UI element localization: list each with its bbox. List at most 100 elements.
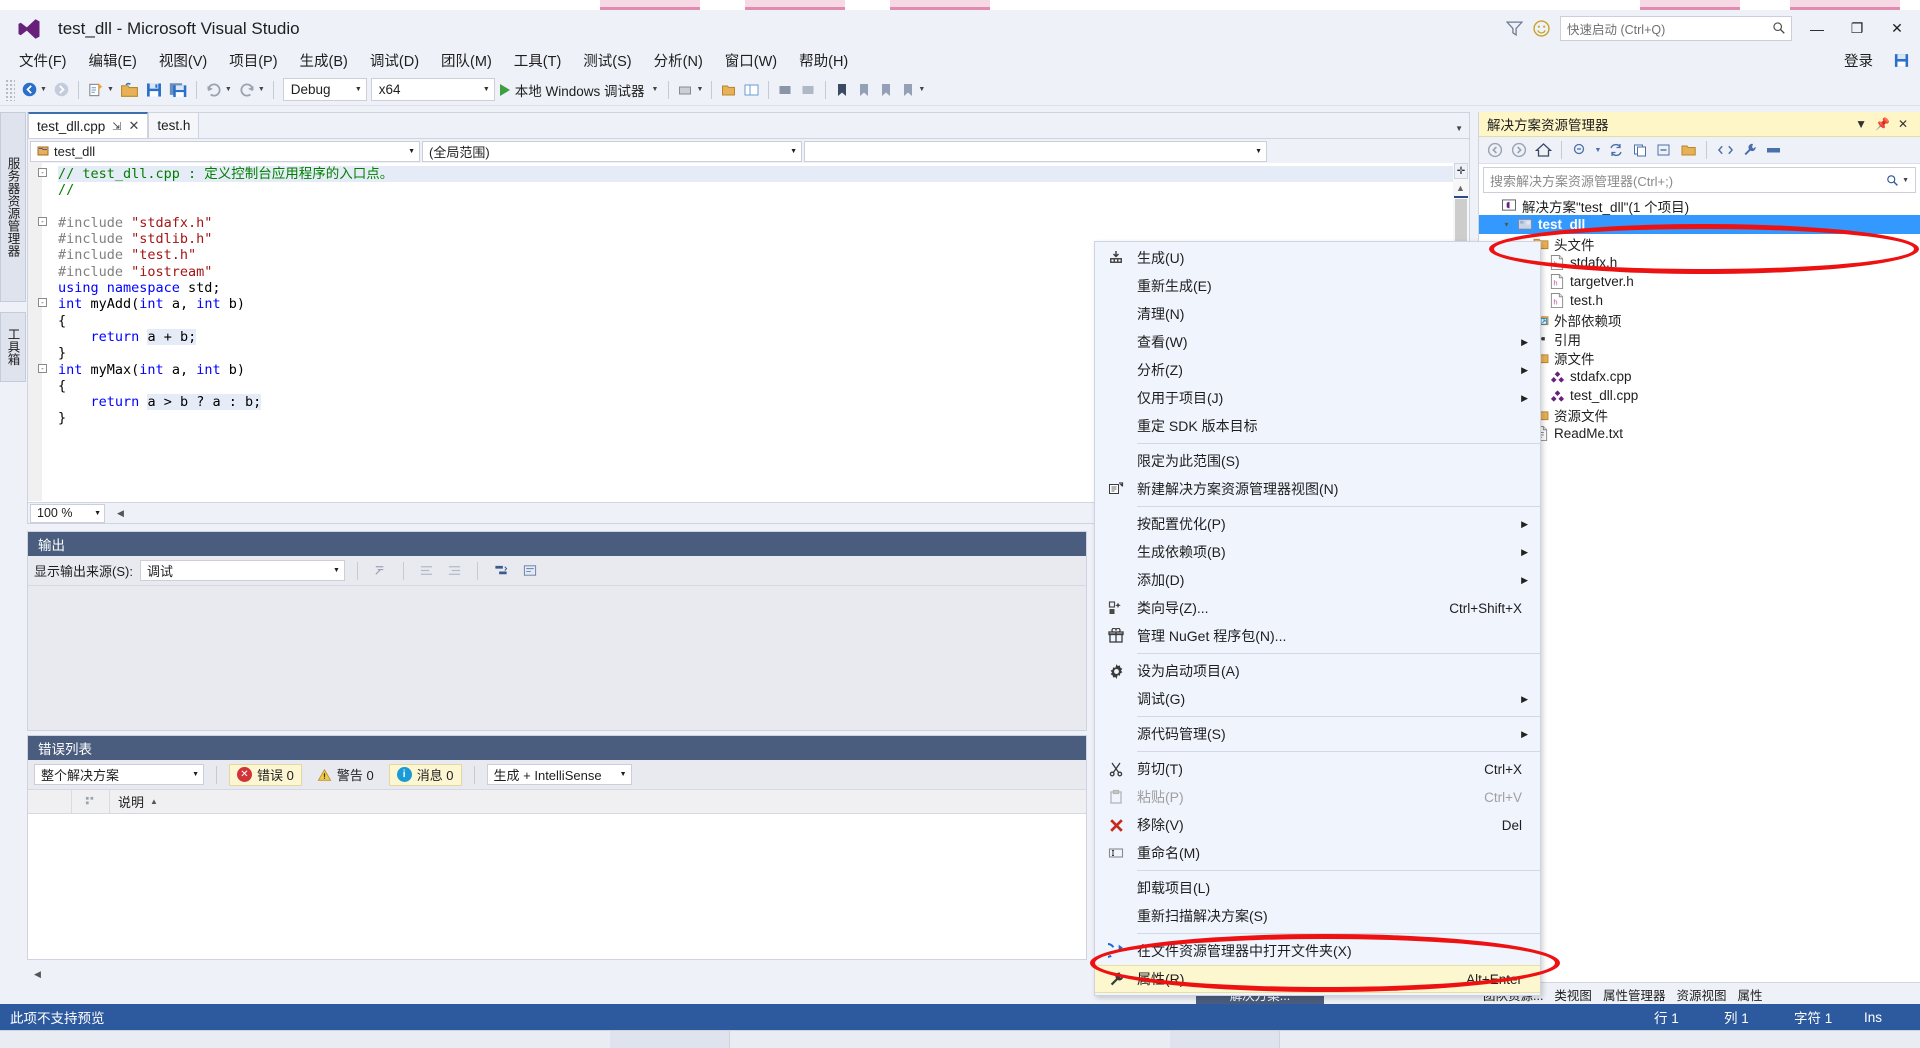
context-menu-item-5[interactable]: 仅用于项目(J) ▶: [1095, 384, 1540, 412]
context-menu-item-15[interactable]: 调试(G) ▶: [1095, 685, 1540, 713]
chevron-down-icon[interactable]: ▼: [192, 771, 199, 778]
new-project-button[interactable]: ▼: [84, 78, 117, 102]
menu-item-5[interactable]: 调试(D): [359, 47, 430, 74]
split-view-handle[interactable]: ✛: [1454, 163, 1468, 179]
show-output-settings-icon[interactable]: [519, 563, 541, 578]
step-into-button[interactable]: [797, 78, 820, 102]
chevron-down-icon[interactable]: ▼: [107, 86, 114, 93]
error-list-row-indicator-column[interactable]: [28, 790, 72, 813]
context-menu-item-0[interactable]: 生成(U): [1095, 244, 1540, 272]
context-menu-item-13[interactable]: 管理 NuGet 程序包(N)...: [1095, 622, 1540, 650]
platform-combo[interactable]: x64 ▼: [370, 78, 495, 101]
chevron-down-icon[interactable]: ▼: [1902, 177, 1909, 184]
nav-scope-combo[interactable]: test_dll ▼: [30, 140, 420, 162]
menu-item-0[interactable]: 文件(F): [8, 47, 78, 74]
context-menu-item-16[interactable]: 源代码管理(S) ▶: [1095, 720, 1540, 748]
close-button[interactable]: ✕: [1882, 16, 1912, 42]
chevron-down-icon[interactable]: ▼: [333, 567, 340, 574]
close-icon[interactable]: ✕: [1894, 117, 1912, 131]
error-list-description-column[interactable]: 说明 ▲: [110, 790, 1086, 813]
editor-tab-1[interactable]: test.h: [148, 112, 200, 138]
menu-item-10[interactable]: 窗口(W): [714, 47, 788, 74]
chevron-down-icon[interactable]: ▼: [94, 510, 101, 517]
code-fold-toggle[interactable]: -: [38, 168, 47, 177]
chevron-down-icon[interactable]: ▼: [1455, 124, 1463, 133]
solution-tree-node[interactable]: h stdafx.h: [1479, 253, 1920, 272]
undo-button[interactable]: ▼: [202, 78, 235, 102]
redo-button[interactable]: ▼: [235, 78, 268, 102]
context-menu-item-23[interactable]: 在文件资源管理器中打开文件夹(X): [1095, 937, 1540, 965]
chevron-down-icon[interactable]: ▼: [1593, 139, 1603, 161]
solution-explorer-search-input[interactable]: 搜索解决方案资源管理器(Ctrl+;) ▼: [1483, 167, 1916, 193]
menu-item-3[interactable]: 项目(P): [218, 47, 288, 74]
close-tab-icon[interactable]: ✕: [129, 118, 140, 134]
solution-tree-node[interactable]: 解决方案"test_dll"(1 个项目): [1479, 196, 1920, 215]
show-all-files-icon[interactable]: [1677, 139, 1699, 161]
chevron-down-icon[interactable]: ▼: [1851, 117, 1871, 131]
search-icon[interactable]: [1772, 21, 1786, 35]
chevron-down-icon[interactable]: ▼: [790, 148, 797, 155]
nav-third-combo[interactable]: ▼: [804, 140, 1267, 162]
configuration-combo[interactable]: Debug ▼: [282, 78, 367, 101]
clear-bookmarks-button[interactable]: ▼: [897, 78, 928, 102]
editor-tab-0[interactable]: test_dll.cpp ⇲ ✕: [28, 112, 149, 138]
solution-tree-node[interactable]: h targetver.h: [1479, 272, 1920, 291]
toggle-wordwrap-icon[interactable]: [416, 563, 437, 578]
solution-tree-node-selected[interactable]: ▾ test_dll: [1479, 215, 1920, 234]
zoom-level-combo[interactable]: 100 % ▼: [30, 503, 105, 523]
chevron-down-icon[interactable]: ▼: [652, 86, 659, 93]
feedback-filter-icon[interactable]: [1506, 20, 1523, 37]
solution-tree-node[interactable]: stdafx.cpp: [1479, 367, 1920, 386]
chevron-down-icon[interactable]: ▼: [408, 148, 415, 155]
sync-with-active-document-icon[interactable]: [1605, 139, 1627, 161]
context-menu-item-17[interactable]: 剪切(T) Ctrl+X: [1095, 755, 1540, 783]
navigate-backward-button[interactable]: ▼: [18, 78, 50, 102]
context-menu-item-22[interactable]: 重新扫描解决方案(S): [1095, 902, 1540, 930]
menu-item-1[interactable]: 编辑(E): [78, 47, 148, 74]
home-icon[interactable]: [1532, 139, 1554, 161]
properties-wrench-icon[interactable]: [1738, 139, 1760, 161]
chevron-down-icon[interactable]: ▼: [696, 86, 703, 93]
save-settings-icon[interactable]: [1893, 52, 1910, 69]
error-list-code-column[interactable]: [72, 790, 110, 813]
context-menu-item-19[interactable]: 移除(V) Del: [1095, 811, 1540, 839]
sign-in-link[interactable]: 登录: [1844, 50, 1873, 71]
chevron-down-icon[interactable]: ▼: [620, 771, 627, 778]
solution-tree-node[interactable]: test_dll.cpp: [1479, 386, 1920, 405]
menu-item-7[interactable]: 工具(T): [503, 47, 573, 74]
show-all-files-button[interactable]: [717, 78, 740, 102]
window-layout-button[interactable]: [740, 78, 763, 102]
output-source-combo[interactable]: 调试 ▼: [139, 560, 345, 581]
attach-button[interactable]: ▼: [674, 78, 706, 102]
collapse-arrow-icon[interactable]: ▾: [1501, 220, 1512, 229]
menu-item-9[interactable]: 分析(N): [643, 47, 714, 74]
save-button[interactable]: [142, 78, 166, 102]
left-tool-tab-0[interactable]: 服务器资源管理器: [0, 112, 26, 302]
refresh-icon[interactable]: [1629, 139, 1651, 161]
menu-item-6[interactable]: 团队(M): [430, 47, 503, 74]
menu-item-4[interactable]: 生成(B): [289, 47, 359, 74]
navigate-forward-button[interactable]: [50, 78, 73, 102]
warning-filter-button[interactable]: 警告 0: [309, 764, 382, 786]
solution-tree-node[interactable]: ▸资源文件: [1479, 405, 1920, 424]
start-debugging-button[interactable]: 本地 Windows 调试器 ▼: [495, 78, 664, 102]
solution-tree-node[interactable]: h test.h: [1479, 291, 1920, 310]
next-bookmark-button[interactable]: [875, 78, 897, 102]
chevron-down-icon[interactable]: ▼: [40, 86, 47, 93]
code-fold-toggle[interactable]: -: [38, 216, 47, 226]
clear-output-icon[interactable]: [370, 563, 391, 578]
solution-tree-node[interactable]: ReadMe.txt: [1479, 424, 1920, 443]
go-to-message-icon[interactable]: [490, 563, 512, 578]
solution-explorer-tree[interactable]: 解决方案"test_dll"(1 个项目) ▾ test_dll ▾头文件 h stdaf…: [1479, 196, 1920, 443]
error-list-body[interactable]: [28, 814, 1086, 947]
taskbar-item[interactable]: [1170, 1031, 1280, 1048]
hscroll-left-arrow-icon[interactable]: ◀: [34, 969, 41, 980]
chevron-down-icon[interactable]: ▼: [1255, 148, 1262, 155]
solution-tree-node[interactable]: ▸引用: [1479, 329, 1920, 348]
message-filter-button[interactable]: i 消息 0: [388, 763, 462, 786]
prev-bookmark-button[interactable]: [853, 78, 875, 102]
chevron-down-icon[interactable]: ▼: [258, 86, 265, 93]
chevron-down-icon[interactable]: ▼: [355, 86, 362, 93]
chevron-down-icon[interactable]: ▼: [918, 86, 925, 93]
solution-tree-node[interactable]: ▾头文件: [1479, 234, 1920, 253]
